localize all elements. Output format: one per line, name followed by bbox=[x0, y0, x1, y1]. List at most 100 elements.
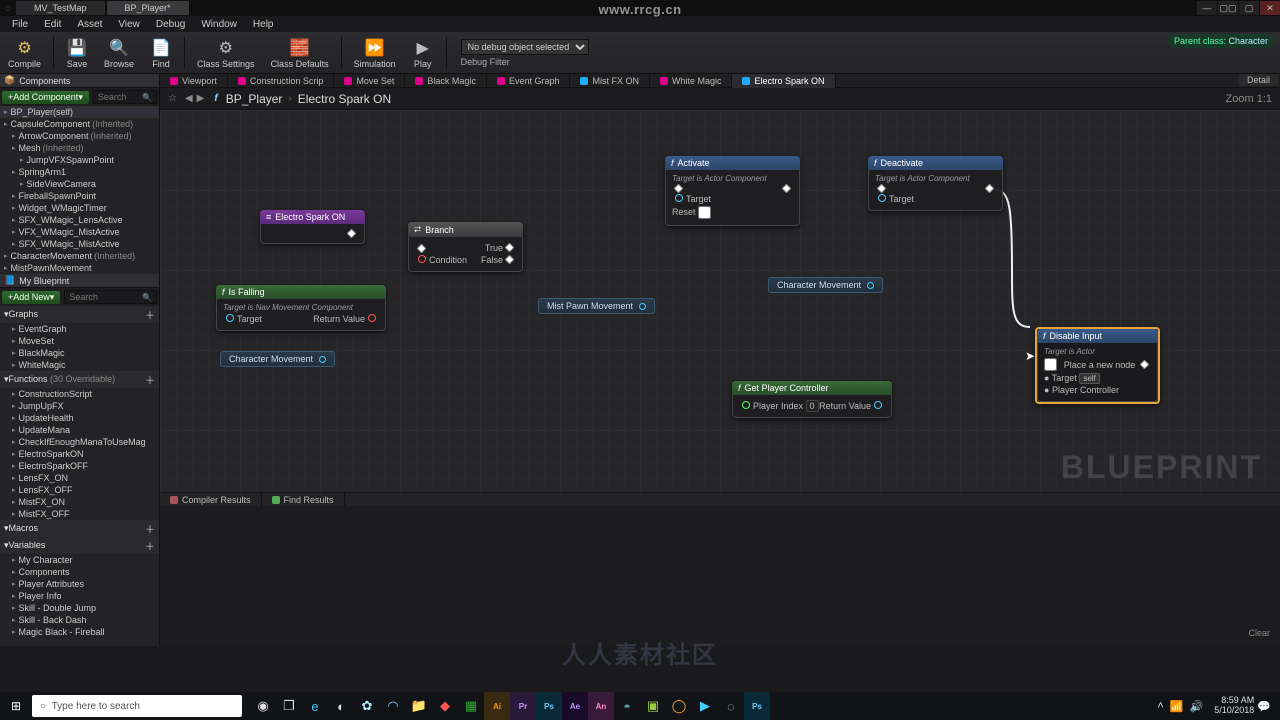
component-item[interactable]: FireballSpawnPoint bbox=[0, 190, 159, 202]
component-item[interactable]: SpringArm1 bbox=[0, 166, 159, 178]
git-icon[interactable]: ◆ bbox=[432, 692, 458, 720]
menu-edit[interactable]: Edit bbox=[36, 19, 69, 30]
graph-tab[interactable]: White Magic bbox=[650, 74, 733, 88]
app-icon[interactable]: ▶ bbox=[692, 692, 718, 720]
find-button[interactable]: 📄Find bbox=[142, 32, 180, 74]
debug-object-select[interactable]: No debug object selected bbox=[461, 39, 589, 55]
return-pin[interactable] bbox=[874, 401, 882, 409]
edge-icon[interactable]: e bbox=[302, 692, 328, 720]
node-deactivate[interactable]: fDeactivate Target is Actor Component Ta… bbox=[868, 156, 1003, 211]
node-is-falling[interactable]: fIs Falling Target is Nav Movement Compo… bbox=[216, 285, 386, 331]
component-item[interactable]: Mesh (Inherited) bbox=[0, 142, 159, 154]
pr-icon[interactable]: Pr bbox=[510, 692, 536, 720]
component-item[interactable]: SideViewCamera bbox=[0, 178, 159, 190]
var-character-movement[interactable]: Character Movement bbox=[220, 351, 335, 367]
reset-checkbox[interactable] bbox=[698, 206, 711, 219]
app-icon[interactable]: ▣ bbox=[640, 692, 666, 720]
ae-icon[interactable]: Ae bbox=[562, 692, 588, 720]
node-branch[interactable]: ⮂Branch True ConditionFalse bbox=[408, 222, 523, 272]
blueprint-item[interactable]: JumpUpFX bbox=[0, 400, 159, 412]
wifi-icon[interactable]: 📶 bbox=[1170, 700, 1184, 713]
ps-icon[interactable]: Ps bbox=[536, 692, 562, 720]
parent-class-badge[interactable]: Parent class: Character bbox=[1168, 34, 1274, 48]
class-defaults-button[interactable]: 🧱Class Defaults bbox=[263, 32, 337, 74]
blueprint-item[interactable]: WhiteMagic bbox=[0, 359, 159, 371]
var-mist-pawn-movement[interactable]: Mist Pawn Movement bbox=[538, 298, 655, 314]
blueprint-item[interactable]: ConstructionScript bbox=[0, 388, 159, 400]
restore-button[interactable]: ▢▢ bbox=[1218, 1, 1238, 15]
node-activate[interactable]: fActivate Target is Actor Component Targ… bbox=[665, 156, 800, 226]
clock[interactable]: 8:59 AM5/10/2018 bbox=[1214, 696, 1254, 716]
section-header[interactable]: ▾Graphs＋ bbox=[0, 306, 159, 323]
context-row[interactable]: Place a new node bbox=[1044, 358, 1151, 371]
exec-in-pin[interactable] bbox=[417, 243, 427, 253]
details-panel-tab[interactable]: Detail bbox=[1239, 74, 1278, 86]
player-index-pin[interactable] bbox=[742, 401, 750, 409]
notifications-icon[interactable]: 💬 bbox=[1257, 700, 1271, 713]
node-get-player-controller[interactable]: fGet Player Controller Player Index 0Ret… bbox=[732, 381, 892, 418]
editor-tab-blueprint[interactable]: BP_Player* bbox=[107, 1, 189, 15]
component-item[interactable]: MistPawnMovement bbox=[0, 262, 159, 274]
graph-tab[interactable]: Construction Scrip bbox=[228, 74, 335, 88]
ai-icon[interactable]: Ai bbox=[484, 692, 510, 720]
app-icon[interactable]: ◓ bbox=[614, 692, 640, 720]
compiler-results-tab[interactable]: Compiler Results bbox=[160, 493, 262, 507]
blueprint-item[interactable]: Skill - Back Dash bbox=[0, 614, 159, 626]
nav-fwd-icon[interactable]: ▶ bbox=[197, 93, 205, 104]
browse-button[interactable]: 🔍Browse bbox=[96, 32, 142, 74]
menu-view[interactable]: View bbox=[110, 19, 148, 30]
menu-file[interactable]: File bbox=[4, 19, 36, 30]
exec-out-pin[interactable] bbox=[782, 184, 792, 194]
graph-tab[interactable]: Viewport bbox=[160, 74, 228, 88]
blueprint-item[interactable]: ElectroSparkON bbox=[0, 448, 159, 460]
exec-out-pin[interactable] bbox=[985, 184, 995, 194]
components-search-input[interactable]: Search bbox=[93, 90, 157, 104]
explorer-icon[interactable]: 📁 bbox=[406, 692, 432, 720]
self-item[interactable]: BP_Player(self) bbox=[0, 106, 159, 118]
blueprint-item[interactable]: MoveSet bbox=[0, 335, 159, 347]
var-out-pin[interactable] bbox=[319, 356, 326, 363]
blueprint-item[interactable]: Player Attributes bbox=[0, 578, 159, 590]
add-icon[interactable]: ＋ bbox=[145, 307, 155, 322]
graph-tab[interactable]: Electro Spark ON bbox=[732, 74, 835, 88]
onedrive-icon[interactable]: ◠ bbox=[380, 692, 406, 720]
section-header[interactable]: ▾Variables＋ bbox=[0, 537, 159, 554]
graph-tab[interactable]: Black Magic bbox=[405, 74, 487, 88]
compile-button[interactable]: ⚙Compile bbox=[0, 32, 49, 74]
add-component-button[interactable]: Add Component ▾ bbox=[2, 91, 89, 104]
blueprint-item[interactable]: Components bbox=[0, 566, 159, 578]
menu-debug[interactable]: Debug bbox=[148, 19, 193, 30]
condition-pin[interactable] bbox=[418, 255, 426, 263]
graph-tab[interactable]: Move Set bbox=[334, 74, 405, 88]
blueprint-item[interactable]: LensFX_OFF bbox=[0, 484, 159, 496]
blueprint-item[interactable]: BlackMagic bbox=[0, 347, 159, 359]
blueprint-item[interactable]: LensFX_ON bbox=[0, 472, 159, 484]
maximize-button[interactable]: ▢ bbox=[1239, 1, 1259, 15]
component-item[interactable]: CapsuleComponent (Inherited) bbox=[0, 118, 159, 130]
component-item[interactable]: SFX_WMagic_LensActive bbox=[0, 214, 159, 226]
unreal-app-icon[interactable]: ◌ bbox=[718, 692, 744, 720]
favorite-icon[interactable]: ☆ bbox=[168, 93, 177, 104]
find-results-tab[interactable]: Find Results bbox=[262, 493, 345, 507]
play-button[interactable]: ▶Play bbox=[404, 32, 442, 74]
task-view-icon[interactable]: ❐ bbox=[276, 692, 302, 720]
exec-out-pin[interactable] bbox=[347, 229, 357, 239]
add-icon[interactable]: ＋ bbox=[145, 538, 155, 553]
blueprint-item[interactable]: EventGraph bbox=[0, 323, 159, 335]
settings-icon[interactable]: ✿ bbox=[354, 692, 380, 720]
excel-icon[interactable]: ▦ bbox=[458, 692, 484, 720]
blueprint-item[interactable]: Skill - Double Jump bbox=[0, 602, 159, 614]
menu-help[interactable]: Help bbox=[245, 19, 282, 30]
blueprint-item[interactable]: MistFX_ON bbox=[0, 496, 159, 508]
start-button[interactable]: ⊞ bbox=[0, 692, 32, 720]
breadcrumb-current[interactable]: Electro Spark ON bbox=[298, 92, 391, 106]
nav-back-icon[interactable]: ◀ bbox=[185, 93, 193, 104]
var-out-pin[interactable] bbox=[639, 303, 646, 310]
exec-in-pin[interactable] bbox=[877, 184, 887, 194]
minimize-button[interactable]: — bbox=[1197, 1, 1217, 15]
volume-icon[interactable]: 🔊 bbox=[1190, 700, 1204, 713]
add-icon[interactable]: ＋ bbox=[145, 521, 155, 536]
component-item[interactable]: SFX_WMagic_MistActive bbox=[0, 238, 159, 250]
add-new-button[interactable]: Add New ▾ bbox=[2, 291, 60, 304]
blueprint-item[interactable]: MistFX_OFF bbox=[0, 508, 159, 520]
